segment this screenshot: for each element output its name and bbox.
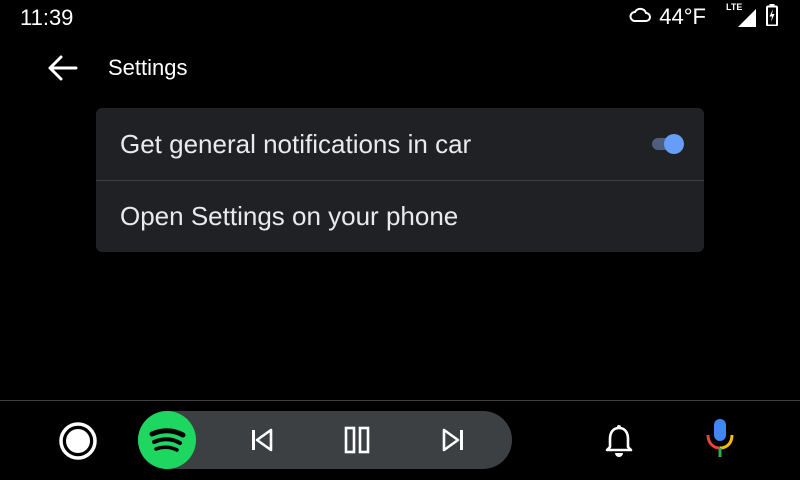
home-circle-icon [59, 422, 97, 460]
skip-previous-button[interactable] [246, 424, 278, 456]
signal-icon: LTE [726, 2, 758, 28]
bottom-navigation-bar [0, 401, 800, 480]
setting-open-phone-settings[interactable]: Open Settings on your phone [96, 180, 704, 252]
assistant-button[interactable] [702, 417, 738, 461]
bell-icon [605, 425, 633, 457]
notifications-button[interactable] [602, 423, 636, 459]
notifications-toggle[interactable] [652, 134, 684, 154]
setting-label: Get general notifications in car [120, 128, 472, 159]
setting-label: Open Settings on your phone [120, 201, 459, 231]
home-button[interactable] [58, 421, 98, 461]
arrow-back-icon [48, 55, 78, 81]
spotify-icon [149, 428, 186, 452]
settings-card: Get general notifications in car Open Se… [96, 108, 704, 252]
toggle-thumb [664, 134, 684, 154]
cloud-icon [629, 7, 652, 28]
page-title: Settings [108, 55, 188, 80]
battery-charging-icon [766, 3, 778, 31]
pause-button[interactable] [341, 424, 373, 456]
setting-general-notifications[interactable]: Get general notifications in car [96, 108, 704, 180]
header: Settings [0, 44, 800, 90]
microphone-icon [706, 419, 734, 457]
skip-next-icon [442, 428, 463, 452]
skip-next-button[interactable] [437, 424, 469, 456]
status-right: 44°F LTE [629, 2, 778, 31]
status-bar: 11:39 44°F LTE [0, 0, 800, 34]
media-controls [138, 411, 512, 469]
android-auto-screen: 11:39 44°F LTE Settings Get general noti… [0, 0, 800, 480]
back-button[interactable] [40, 48, 84, 88]
spotify-app-button[interactable] [138, 411, 196, 469]
skip-previous-icon [252, 428, 273, 452]
temperature: 44°F [659, 4, 706, 29]
pause-icon [344, 426, 370, 454]
clock: 11:39 [20, 5, 74, 30]
